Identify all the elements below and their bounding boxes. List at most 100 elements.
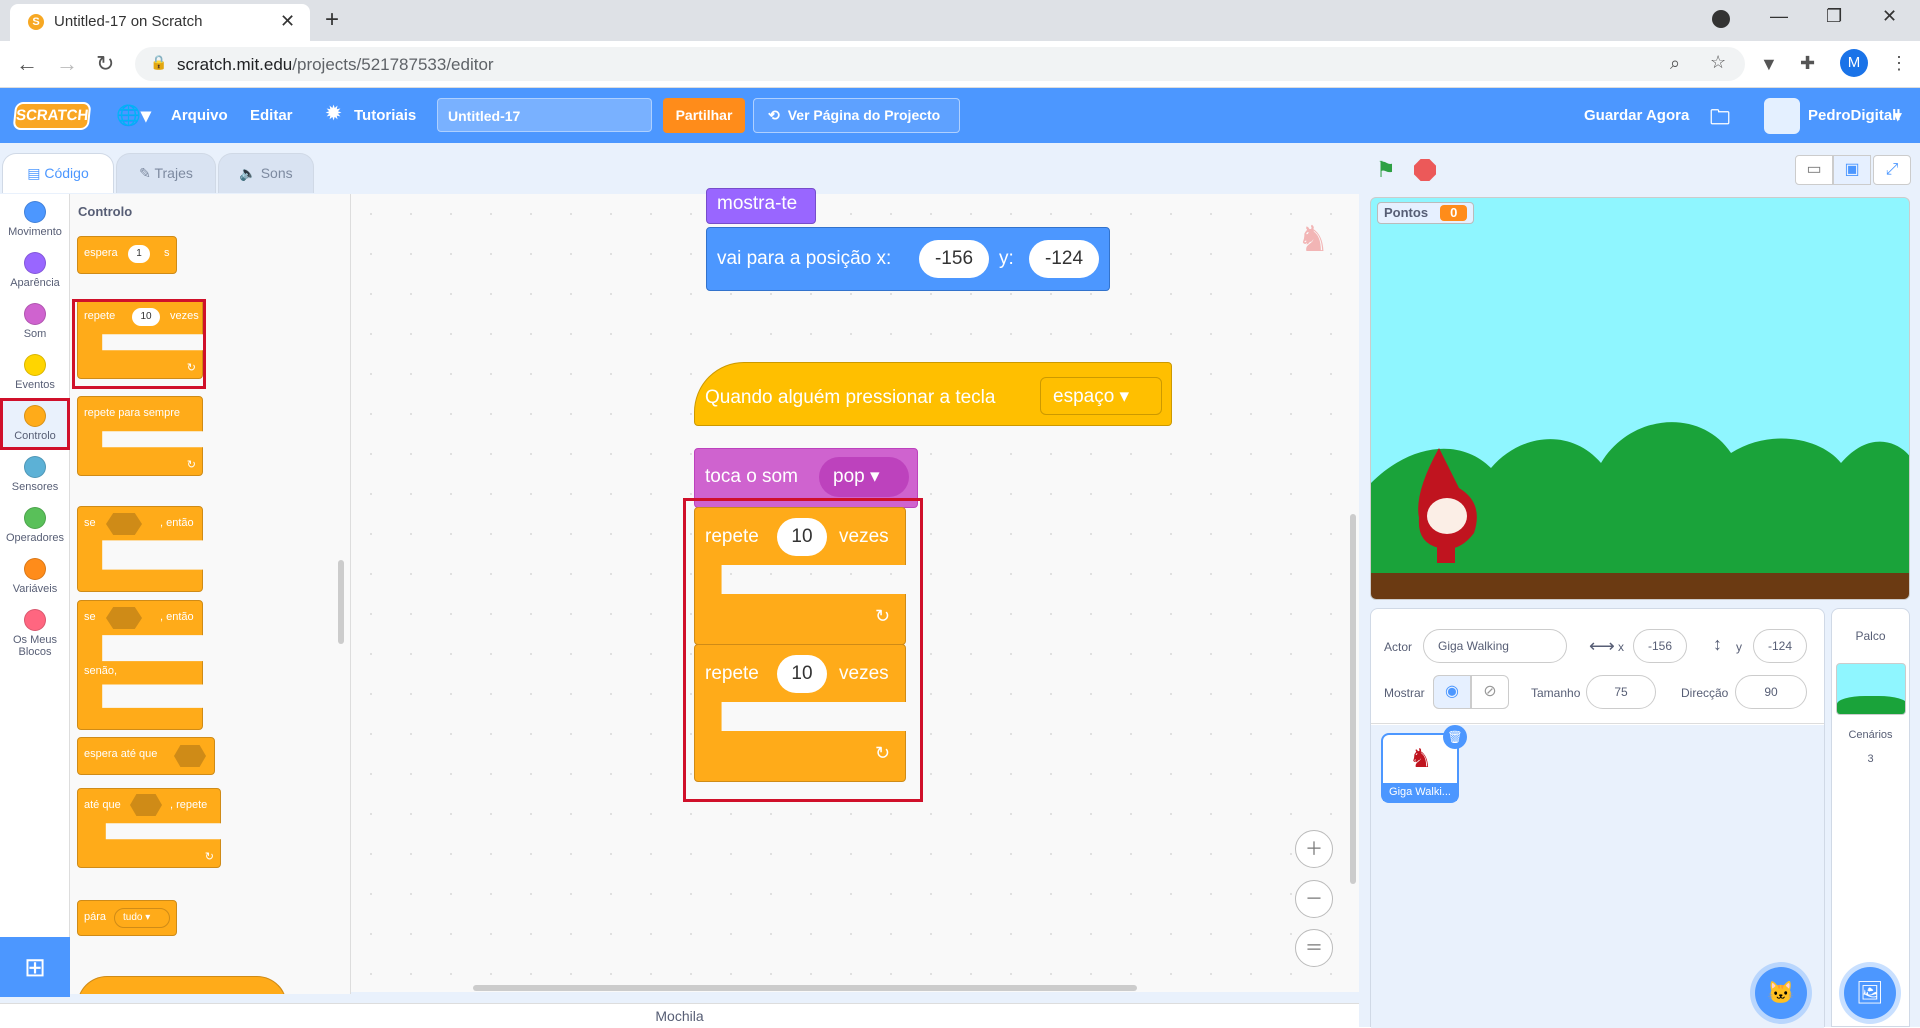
palette-block-repeat-until[interactable]: até que , repete ↻ xyxy=(77,788,221,868)
tab-sounds[interactable]: 🔈 Sons xyxy=(218,153,314,193)
palette-block-if-else[interactable]: se , então senão, xyxy=(77,600,203,730)
reload-icon[interactable]: ↻ xyxy=(96,51,114,77)
stop-option-dropdown[interactable]: tudo ▾ xyxy=(114,908,170,928)
category-dot xyxy=(24,558,46,580)
browser-tab[interactable]: S Untitled-17 on Scratch ✕ xyxy=(10,4,310,41)
key-dropdown[interactable]: espaço ▾ xyxy=(1040,377,1162,415)
direction-input[interactable]: 90 xyxy=(1735,675,1807,709)
menu-file[interactable]: Arquivo xyxy=(171,107,228,124)
tab-costumes[interactable]: ✎ Trajes xyxy=(116,153,216,193)
horizontal-scrollbar[interactable] xyxy=(473,985,1137,991)
zoom-reset-icon: ＝ xyxy=(1305,938,1323,958)
stop-icon[interactable] xyxy=(1414,159,1436,181)
fullscreen-icon[interactable]: ⤢ xyxy=(1873,155,1911,185)
condition-slot[interactable] xyxy=(174,745,206,767)
category-my-blocks[interactable]: Os Meus Blocos xyxy=(0,602,70,662)
profile-avatar[interactable]: M xyxy=(1840,49,1868,77)
x-input[interactable]: -156 xyxy=(1633,629,1687,663)
add-extension-button[interactable]: ⊞ xyxy=(0,937,70,997)
palette-block-hat[interactable] xyxy=(77,976,287,994)
sound-dropdown[interactable]: pop ▾ xyxy=(819,457,909,497)
highlight-repeat-block xyxy=(72,299,206,389)
sprite-name-input[interactable]: Giga Walking xyxy=(1423,629,1567,663)
palette-scrollbar[interactable] xyxy=(338,560,344,644)
show-visible-icon[interactable]: ◉ xyxy=(1433,675,1471,709)
see-project-page-button[interactable]: ⟲ Ver Página do Projecto xyxy=(753,98,960,133)
sprite-giga[interactable] xyxy=(1399,448,1499,568)
zoom-reset-button[interactable]: ＝ xyxy=(1295,929,1333,967)
zoom-out-button[interactable]: － xyxy=(1295,880,1333,918)
category-looks[interactable]: Aparência xyxy=(0,245,70,295)
menu-tutorials[interactable]: Tutoriais xyxy=(354,107,416,124)
category-variables[interactable]: Variáveis xyxy=(0,551,70,601)
minimize-icon[interactable]: — xyxy=(1770,6,1788,27)
normal-stage-icon[interactable]: ▣ xyxy=(1833,155,1871,185)
category-sound[interactable]: Som xyxy=(0,296,70,346)
extension-icon[interactable]: ▼ xyxy=(1760,54,1778,75)
folder-icon[interactable]: 🗀 xyxy=(1710,103,1730,137)
condition-slot[interactable] xyxy=(106,607,142,629)
sprite-info: Actor Giga Walking ⟷ x -156 ↕ y -124 Mos… xyxy=(1371,609,1824,724)
show-label: Mostrar xyxy=(1384,686,1425,700)
x-input[interactable]: -156 xyxy=(919,240,989,278)
browser-menu-icon[interactable]: ⋮ xyxy=(1890,53,1908,74)
zoom-icon[interactable]: ⌕ xyxy=(1670,53,1680,74)
add-extension-icon: ⊞ xyxy=(24,952,46,982)
category-motion[interactable]: Movimento xyxy=(0,194,70,244)
tab-search-icon[interactable] xyxy=(1712,10,1730,28)
vertical-scrollbar[interactable] xyxy=(1350,514,1356,884)
score-monitor[interactable]: Pontos 0 xyxy=(1377,202,1475,224)
scratch-menu-bar: SCRATCH 🌐▾ Arquivo Editar ✹ Tutoriais Un… xyxy=(0,88,1920,143)
add-sprite-button[interactable]: 🐱 xyxy=(1755,967,1807,1019)
palette-block-stop[interactable]: pára tudo ▾ xyxy=(77,900,177,936)
menu-edit[interactable]: Editar xyxy=(250,107,293,124)
back-icon[interactable]: ← xyxy=(16,51,38,77)
star-icon[interactable]: ☆ xyxy=(1710,52,1726,73)
restore-icon[interactable]: ❐ xyxy=(1826,6,1842,27)
block-input[interactable]: 1 xyxy=(128,245,150,263)
save-now-button[interactable]: Guardar Agora xyxy=(1584,107,1689,124)
highlight-control-category xyxy=(0,398,70,450)
delete-sprite-icon[interactable]: 🗑 xyxy=(1443,725,1467,749)
y-input[interactable]: -124 xyxy=(1029,240,1099,278)
small-stage-icon[interactable]: ▭ xyxy=(1795,155,1833,185)
green-flag-icon[interactable]: ⚑ xyxy=(1376,157,1396,183)
new-tab-icon[interactable]: + xyxy=(325,6,339,34)
palette-block-wait[interactable]: espera 1 s xyxy=(77,236,177,274)
close-tab-icon[interactable]: ✕ xyxy=(280,11,295,32)
palette-block-wait-until[interactable]: espera até que xyxy=(77,737,215,775)
share-button[interactable]: Partilhar xyxy=(663,98,745,133)
condition-slot[interactable] xyxy=(106,513,142,535)
globe-icon[interactable]: 🌐▾ xyxy=(116,103,151,128)
project-title-input[interactable]: Untitled-17 xyxy=(437,98,652,132)
category-events[interactable]: Eventos xyxy=(0,347,70,397)
stage-canvas[interactable]: Pontos 0 xyxy=(1370,197,1910,600)
condition-slot[interactable] xyxy=(130,794,162,816)
script-block-show[interactable]: mostra-te xyxy=(706,188,816,224)
script-block-goto-xy[interactable]: vai para a posição x: -156 y: -124 xyxy=(706,227,1110,291)
category-operators[interactable]: Operadores xyxy=(0,500,70,550)
direction-label: Direcção xyxy=(1681,686,1729,700)
category-sensing[interactable]: Sensores xyxy=(0,449,70,499)
palette-block-forever[interactable]: repete para sempre ↻ xyxy=(77,396,203,476)
add-backdrop-button[interactable]: 🖼 xyxy=(1844,967,1896,1019)
show-hidden-icon[interactable]: ⊘ xyxy=(1471,675,1509,709)
forward-icon[interactable]: → xyxy=(56,51,78,77)
user-avatar[interactable] xyxy=(1764,98,1800,134)
user-menu-chevron-icon[interactable]: ▾ xyxy=(1894,107,1902,125)
category-label: Som xyxy=(23,328,47,340)
palette-block-if-then[interactable]: se , então xyxy=(77,506,203,592)
tab-code[interactable]: ▤ Código xyxy=(2,153,114,193)
username[interactable]: PedroDigitall xyxy=(1808,107,1901,124)
omnibox[interactable]: 🔒 scratch.mit.edu/projects/521787533/edi… xyxy=(135,47,1745,81)
scratch-logo[interactable]: SCRATCH xyxy=(12,102,92,130)
window-close-icon[interactable]: ✕ xyxy=(1882,6,1897,27)
backpack-bar[interactable]: Mochila xyxy=(0,1003,1359,1027)
y-input[interactable]: -124 xyxy=(1753,629,1807,663)
size-input[interactable]: 75 xyxy=(1586,675,1656,709)
stage-thumbnail[interactable] xyxy=(1836,663,1906,715)
sprite-thumbnail[interactable]: ♞ Giga Walki... 🗑 xyxy=(1381,725,1467,803)
puzzle-icon[interactable]: ✚ xyxy=(1800,53,1815,74)
script-block-when-key-pressed[interactable]: Quando alguém pressionar a tecla espaço … xyxy=(694,362,1172,426)
zoom-in-button[interactable]: ＋ xyxy=(1295,830,1333,868)
